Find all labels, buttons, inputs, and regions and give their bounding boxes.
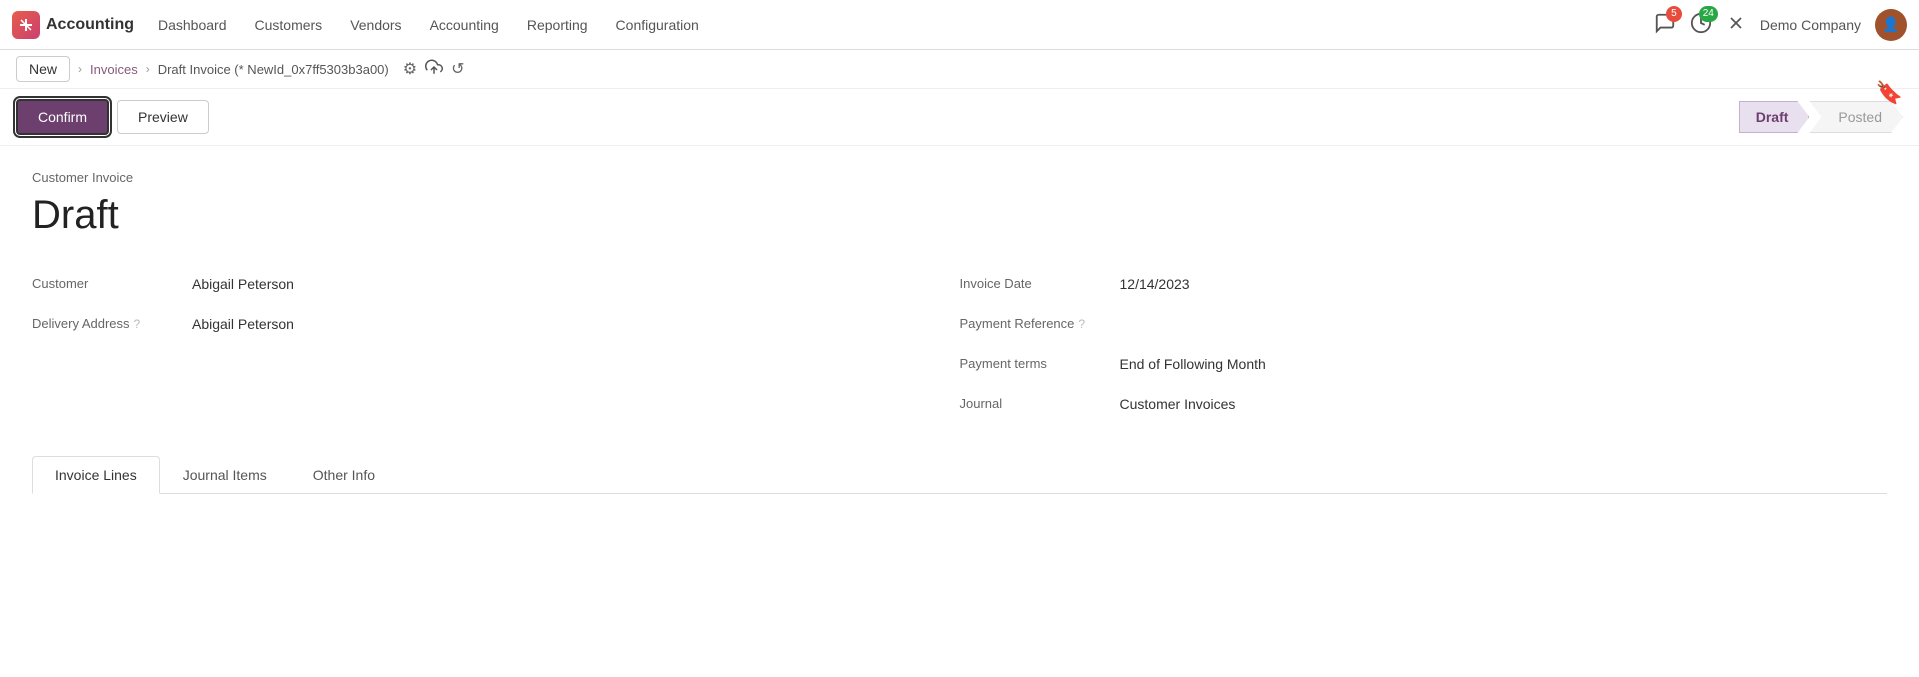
payment-ref-help-icon: ?	[1078, 317, 1085, 331]
payment-terms-row: Payment terms End of Following Month	[960, 346, 1848, 386]
tabs-bar: Invoice Lines Journal Items Other Info	[32, 456, 1887, 494]
close-icon-button[interactable]	[1726, 13, 1746, 36]
confirm-button[interactable]: Confirm	[16, 99, 109, 135]
bookmark-icon[interactable]: 🔖	[1876, 80, 1903, 106]
payment-reference-row: Payment Reference ?	[960, 306, 1848, 346]
nav-reporting[interactable]: Reporting	[515, 11, 600, 39]
tab-other-info[interactable]: Other Info	[290, 456, 398, 494]
action-bar: Confirm Preview Draft Posted	[0, 89, 1919, 146]
company-name[interactable]: Demo Company	[1760, 17, 1861, 33]
customer-row: Customer Abigail Peterson	[32, 266, 920, 306]
payment-terms-label: Payment terms	[960, 354, 1120, 371]
invoice-date-label: Invoice Date	[960, 274, 1120, 291]
breadcrumb-current: Draft Invoice (* NewId_0x7ff5303b3a00)	[158, 62, 389, 77]
app-logo[interactable]: Accounting	[12, 11, 134, 39]
nav-configuration[interactable]: Configuration	[604, 11, 711, 39]
form-right-column: Invoice Date 12/14/2023 Payment Referenc…	[960, 266, 1888, 426]
header-icons: 5 24 Demo Company 👤	[1654, 9, 1907, 41]
top-navigation: Accounting Dashboard Customers Vendors A…	[0, 0, 1919, 50]
invoice-title: Draft	[32, 193, 1887, 238]
invoice-form: Customer Abigail Peterson Delivery Addre…	[32, 266, 1887, 426]
clock-badge: 24	[1699, 6, 1718, 22]
payment-terms-value[interactable]: End of Following Month	[1120, 354, 1848, 374]
clock-icon-button[interactable]: 24	[1690, 12, 1712, 37]
delivery-address-row: Delivery Address ? Abigail Peterson	[32, 306, 920, 346]
status-draft[interactable]: Draft	[1739, 101, 1810, 133]
breadcrumb-bar: New › Invoices › Draft Invoice (* NewId_…	[0, 50, 1919, 89]
user-avatar[interactable]: 👤	[1875, 9, 1907, 41]
customer-value[interactable]: Abigail Peterson	[192, 274, 920, 294]
upload-icon[interactable]	[425, 58, 443, 81]
delivery-address-value[interactable]: Abigail Peterson	[192, 314, 920, 334]
delivery-help-icon: ?	[134, 317, 141, 331]
nav-customers[interactable]: Customers	[243, 11, 335, 39]
chat-badge: 5	[1666, 6, 1682, 22]
nav-dashboard[interactable]: Dashboard	[146, 11, 239, 39]
new-button[interactable]: New	[16, 56, 70, 82]
invoice-date-row: Invoice Date 12/14/2023	[960, 266, 1848, 306]
nav-accounting[interactable]: Accounting	[418, 11, 511, 39]
main-content: Customer Invoice Draft Customer Abigail …	[0, 146, 1919, 518]
preview-button[interactable]: Preview	[117, 100, 209, 134]
journal-label: Journal	[960, 394, 1120, 411]
logo-icon	[12, 11, 40, 39]
breadcrumb-parent-link[interactable]: Invoices	[90, 62, 138, 77]
payment-reference-label: Payment Reference ?	[960, 314, 1120, 331]
delivery-address-label: Delivery Address ?	[32, 314, 192, 331]
undo-icon[interactable]: ↺	[451, 59, 464, 79]
breadcrumb-separator: ›	[146, 62, 150, 76]
journal-row: Journal Customer Invoices	[960, 386, 1848, 426]
tab-journal-items[interactable]: Journal Items	[160, 456, 290, 494]
journal-value[interactable]: Customer Invoices	[1120, 394, 1848, 414]
nav-vendors[interactable]: Vendors	[338, 11, 413, 39]
invoice-date-value[interactable]: 12/14/2023	[1120, 274, 1848, 294]
customer-label: Customer	[32, 274, 192, 291]
settings-icon[interactable]: ⚙	[403, 59, 417, 79]
brand-label: Accounting	[46, 16, 134, 34]
breadcrumb-actions: ⚙ ↺	[403, 58, 465, 81]
chat-icon-button[interactable]: 5	[1654, 12, 1676, 37]
payment-reference-value[interactable]	[1120, 314, 1848, 318]
invoice-type-label: Customer Invoice	[32, 170, 1887, 185]
breadcrumb-slash: ›	[78, 62, 82, 76]
form-left-column: Customer Abigail Peterson Delivery Addre…	[32, 266, 960, 426]
tab-invoice-lines[interactable]: Invoice Lines	[32, 456, 160, 494]
